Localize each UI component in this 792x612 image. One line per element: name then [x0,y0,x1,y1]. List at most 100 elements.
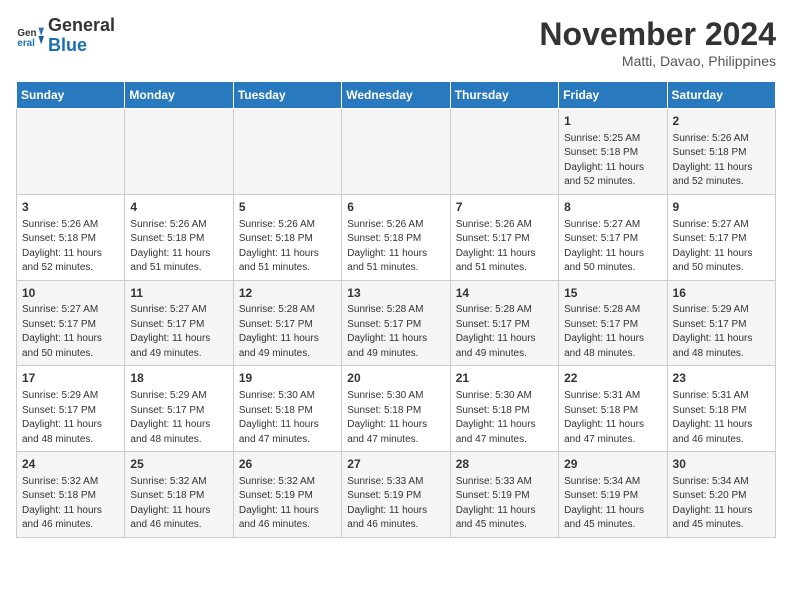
day-number: 3 [22,199,119,216]
calendar-cell [17,109,125,195]
calendar-cell: 13Sunrise: 5:28 AM Sunset: 5:17 PM Dayli… [342,280,450,366]
calendar-cell: 2 Sunrise: 5:26 AM Sunset: 5:18 PM Daylig… [667,109,775,195]
day-number: 13 [347,285,444,302]
day-number: 30 [673,456,770,473]
logo: Gen eral General Blue [16,16,115,56]
logo-text: General Blue [48,16,115,56]
day-number: 18 [130,370,227,387]
calendar-cell: 20 Sunrise: 5:30 AM Sunset: 5:18 PM Dayli… [342,366,450,452]
day-number: 19 [239,370,336,387]
day-number: 4 [130,199,227,216]
day-info: Sunrise: 5:32 AM Sunset: 5:19 PM Dayligh… [239,475,336,533]
header-day-monday: Monday [125,82,233,109]
calendar-cell: 1 Sunrise: 5:25 AM Sunset: 5:18 PM Daylig… [559,109,667,195]
day-info: Sunrise: 5:30 AM Sunset: 5:18 PM Dayligh… [347,389,444,447]
week-row-0: 1 Sunrise: 5:25 AM Sunset: 5:18 PM Daylig… [17,109,776,195]
day-info: Sunrise: 5:26 AM Sunset: 5:18 PM Dayligh… [347,218,444,276]
calendar-cell: 15Sunrise: 5:28 AM Sunset: 5:17 PM Dayli… [559,280,667,366]
day-info: Sunrise: 5:26 AM Sunset: 5:18 PM Dayligh… [22,218,119,276]
day-number: 1 [564,113,661,130]
calendar-cell: 10Sunrise: 5:27 AM Sunset: 5:17 PM Dayli… [17,280,125,366]
day-info: Sunrise: 5:25 AM Sunset: 5:18 PM Dayligh… [564,132,661,190]
calendar-cell: 9Sunrise: 5:27 AM Sunset: 5:17 PM Daylig… [667,194,775,280]
day-info: Sunrise: 5:33 AM Sunset: 5:19 PM Dayligh… [456,475,553,533]
day-info: Sunrise: 5:26 AM Sunset: 5:18 PM Dayligh… [130,218,227,276]
day-number: 10 [22,285,119,302]
day-info: Sunrise: 5:26 AM Sunset: 5:18 PM Dayligh… [673,132,770,190]
day-info: Sunrise: 5:26 AM Sunset: 5:18 PM Dayligh… [239,218,336,276]
day-info: Sunrise: 5:32 AM Sunset: 5:18 PM Dayligh… [22,475,119,533]
day-number: 17 [22,370,119,387]
header-day-saturday: Saturday [667,82,775,109]
day-info: Sunrise: 5:32 AM Sunset: 5:18 PM Dayligh… [130,475,227,533]
day-number: 8 [564,199,661,216]
day-info: Sunrise: 5:33 AM Sunset: 5:19 PM Dayligh… [347,475,444,533]
week-row-4: 24Sunrise: 5:32 AM Sunset: 5:18 PM Dayli… [17,452,776,538]
header-day-thursday: Thursday [450,82,558,109]
calendar-cell: 14Sunrise: 5:28 AM Sunset: 5:17 PM Dayli… [450,280,558,366]
day-info: Sunrise: 5:28 AM Sunset: 5:17 PM Dayligh… [347,303,444,361]
calendar-cell: 21 Sunrise: 5:30 AM Sunset: 5:18 PM Dayli… [450,366,558,452]
day-info: Sunrise: 5:34 AM Sunset: 5:20 PM Dayligh… [673,475,770,533]
calendar-cell: 25 Sunrise: 5:32 AM Sunset: 5:18 PM Dayli… [125,452,233,538]
day-info: Sunrise: 5:29 AM Sunset: 5:17 PM Dayligh… [130,389,227,447]
day-info: Sunrise: 5:31 AM Sunset: 5:18 PM Dayligh… [564,389,661,447]
week-row-3: 17 Sunrise: 5:29 AM Sunset: 5:17 PM Dayli… [17,366,776,452]
calendar-cell: 26 Sunrise: 5:32 AM Sunset: 5:19 PM Dayli… [233,452,341,538]
day-number: 28 [456,456,553,473]
day-info: Sunrise: 5:29 AM Sunset: 5:17 PM Dayligh… [673,303,770,361]
calendar-cell [342,109,450,195]
day-number: 14 [456,285,553,302]
day-info: Sunrise: 5:27 AM Sunset: 5:17 PM Dayligh… [22,303,119,361]
day-info: Sunrise: 5:30 AM Sunset: 5:18 PM Dayligh… [456,389,553,447]
calendar-cell: 5 Sunrise: 5:26 AM Sunset: 5:18 PM Daylig… [233,194,341,280]
day-info: Sunrise: 5:29 AM Sunset: 5:17 PM Dayligh… [22,389,119,447]
day-number: 2 [673,113,770,130]
day-info: Sunrise: 5:28 AM Sunset: 5:17 PM Dayligh… [564,303,661,361]
day-number: 12 [239,285,336,302]
day-number: 15 [564,285,661,302]
calendar-cell [125,109,233,195]
day-number: 25 [130,456,227,473]
day-number: 26 [239,456,336,473]
calendar-cell: 11Sunrise: 5:27 AM Sunset: 5:17 PM Dayli… [125,280,233,366]
day-info: Sunrise: 5:31 AM Sunset: 5:18 PM Dayligh… [673,389,770,447]
day-number: 23 [673,370,770,387]
header-day-friday: Friday [559,82,667,109]
calendar-cell: 23 Sunrise: 5:31 AM Sunset: 5:18 PM Dayli… [667,366,775,452]
day-number: 16 [673,285,770,302]
day-number: 20 [347,370,444,387]
calendar-cell: 28 Sunrise: 5:33 AM Sunset: 5:19 PM Dayli… [450,452,558,538]
week-row-1: 3 Sunrise: 5:26 AM Sunset: 5:18 PM Daylig… [17,194,776,280]
day-number: 7 [456,199,553,216]
day-number: 21 [456,370,553,387]
calendar-cell: 19 Sunrise: 5:30 AM Sunset: 5:18 PM Dayli… [233,366,341,452]
calendar-cell: 27Sunrise: 5:33 AM Sunset: 5:19 PM Dayli… [342,452,450,538]
day-info: Sunrise: 5:30 AM Sunset: 5:18 PM Dayligh… [239,389,336,447]
location: Matti, Davao, Philippines [539,53,776,69]
day-number: 5 [239,199,336,216]
calendar-cell: 22Sunrise: 5:31 AM Sunset: 5:18 PM Dayli… [559,366,667,452]
calendar-cell: 3 Sunrise: 5:26 AM Sunset: 5:18 PM Daylig… [17,194,125,280]
day-number: 29 [564,456,661,473]
calendar-cell [233,109,341,195]
title-block: November 2024 Matti, Davao, Philippines [539,16,776,69]
calendar-cell: 30 Sunrise: 5:34 AM Sunset: 5:20 PM Dayli… [667,452,775,538]
calendar-header: SundayMondayTuesdayWednesdayThursdayFrid… [17,82,776,109]
day-info: Sunrise: 5:28 AM Sunset: 5:17 PM Dayligh… [239,303,336,361]
month-title: November 2024 [539,16,776,53]
calendar-cell: 29 Sunrise: 5:34 AM Sunset: 5:19 PM Dayli… [559,452,667,538]
day-info: Sunrise: 5:27 AM Sunset: 5:17 PM Dayligh… [130,303,227,361]
calendar-cell [450,109,558,195]
calendar-cell: 6Sunrise: 5:26 AM Sunset: 5:18 PM Daylig… [342,194,450,280]
week-row-2: 10Sunrise: 5:27 AM Sunset: 5:17 PM Dayli… [17,280,776,366]
header-day-sunday: Sunday [17,82,125,109]
calendar-cell: 4 Sunrise: 5:26 AM Sunset: 5:18 PM Daylig… [125,194,233,280]
page-header: Gen eral General Blue November 2024 Matt… [16,16,776,69]
header-day-tuesday: Tuesday [233,82,341,109]
calendar-cell: 7Sunrise: 5:26 AM Sunset: 5:17 PM Daylig… [450,194,558,280]
day-info: Sunrise: 5:34 AM Sunset: 5:19 PM Dayligh… [564,475,661,533]
logo-icon: Gen eral [16,22,44,50]
calendar-cell: 8Sunrise: 5:27 AM Sunset: 5:17 PM Daylig… [559,194,667,280]
calendar-cell: 17 Sunrise: 5:29 AM Sunset: 5:17 PM Dayli… [17,366,125,452]
